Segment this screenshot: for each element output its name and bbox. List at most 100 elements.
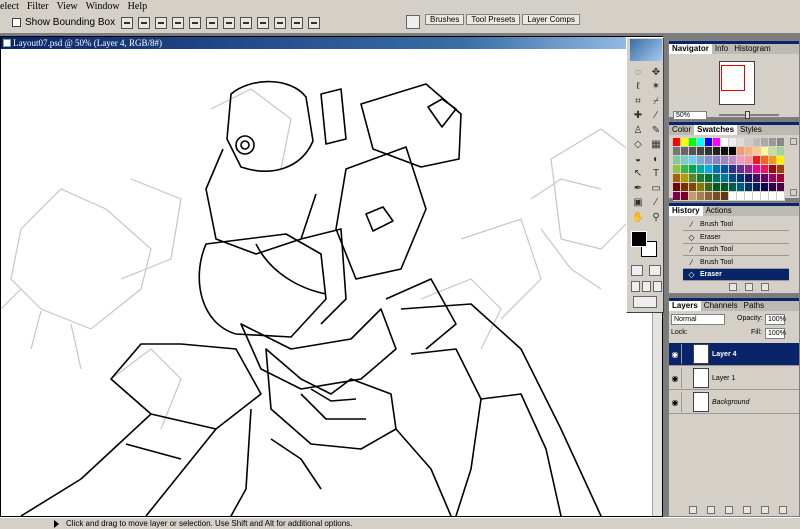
delete-state-icon[interactable] xyxy=(761,283,769,291)
tab-actions[interactable]: Actions xyxy=(703,206,735,216)
align-left-icon[interactable] xyxy=(172,16,185,29)
dodge-icon[interactable]: ◐ xyxy=(648,152,664,167)
color-swatch[interactable] xyxy=(681,174,689,183)
color-swatch[interactable] xyxy=(761,165,769,174)
full-screen-icon[interactable] xyxy=(653,281,662,292)
hand-icon[interactable]: ✋ xyxy=(630,210,646,225)
color-swatch[interactable] xyxy=(769,174,777,183)
tab-brushes[interactable]: Brushes xyxy=(425,14,465,25)
color-swatch[interactable] xyxy=(777,165,785,174)
color-swatch[interactable] xyxy=(777,192,785,201)
opacity-field[interactable]: 100% xyxy=(765,314,786,325)
color-swatch[interactable] xyxy=(689,192,697,201)
color-swatch[interactable] xyxy=(729,156,737,165)
history-state[interactable]: ◇ Eraser xyxy=(683,232,789,244)
quick-mask-icon[interactable] xyxy=(649,265,661,276)
color-swatch[interactable] xyxy=(745,147,753,156)
color-swatch[interactable] xyxy=(769,147,777,156)
swatches-scroll-down[interactable] xyxy=(790,189,797,196)
layer-thumbnail[interactable] xyxy=(693,344,709,364)
color-swatch[interactable] xyxy=(753,174,761,183)
standard-screen-icon[interactable] xyxy=(631,281,640,292)
color-swatch[interactable] xyxy=(673,165,681,174)
delete-layer-icon[interactable] xyxy=(779,506,787,514)
align-bottom-icon[interactable] xyxy=(155,16,168,29)
color-swatch[interactable] xyxy=(761,147,769,156)
navigator-zoom-thumb[interactable] xyxy=(745,111,750,119)
color-swatch[interactable] xyxy=(697,165,705,174)
color-swatch[interactable] xyxy=(721,165,729,174)
zoom-icon[interactable]: ⚲ xyxy=(648,210,664,225)
color-swatch[interactable] xyxy=(737,183,745,192)
align-vcenter-icon[interactable] xyxy=(138,16,151,29)
color-swatch[interactable] xyxy=(713,165,721,174)
layer-visibility-eye-icon[interactable]: ◉ xyxy=(669,350,681,359)
lasso-icon[interactable]: ℓ xyxy=(630,80,646,95)
color-swatch[interactable] xyxy=(769,156,777,165)
tab-history[interactable]: History xyxy=(669,206,703,216)
adobe-feather-icon[interactable] xyxy=(630,39,662,61)
color-swatch[interactable] xyxy=(753,147,761,156)
layer-link-slot[interactable] xyxy=(681,392,693,412)
new-snapshot-icon[interactable] xyxy=(745,283,753,291)
layer-style-icon[interactable] xyxy=(689,506,697,514)
tab-navigator[interactable]: Navigator xyxy=(669,44,712,54)
history-state[interactable]: ∕ Brush Tool xyxy=(683,244,789,256)
menu-view[interactable]: View xyxy=(54,1,83,12)
color-swatch[interactable] xyxy=(761,156,769,165)
distribute-hcenter-icon[interactable] xyxy=(291,16,304,29)
color-swatch[interactable] xyxy=(713,192,721,201)
color-swatch[interactable] xyxy=(673,174,681,183)
menu-select[interactable]: elect xyxy=(0,1,24,12)
color-swatch[interactable] xyxy=(673,183,681,192)
color-swatch[interactable] xyxy=(729,138,737,147)
crop-icon[interactable]: ⌗ xyxy=(630,94,646,109)
color-swatch[interactable] xyxy=(777,156,785,165)
color-swatch[interactable] xyxy=(729,165,737,174)
gradient-icon[interactable]: ▦ xyxy=(648,138,664,153)
color-swatch[interactable] xyxy=(689,138,697,147)
clone-stamp-icon[interactable]: ♙ xyxy=(630,123,646,138)
menu-help[interactable]: Help xyxy=(125,1,152,12)
color-swatch[interactable] xyxy=(689,174,697,183)
color-swatch[interactable] xyxy=(761,183,769,192)
color-swatch[interactable] xyxy=(705,138,713,147)
color-swatch[interactable] xyxy=(745,156,753,165)
color-swatch[interactable] xyxy=(737,156,745,165)
tab-channels[interactable]: Channels xyxy=(701,301,741,311)
distribute-vcenter-icon[interactable] xyxy=(240,16,253,29)
notes-icon[interactable]: ▣ xyxy=(630,196,646,211)
blend-mode-select[interactable]: Normal xyxy=(671,314,725,325)
color-swatch[interactable] xyxy=(697,138,705,147)
distribute-right-icon[interactable] xyxy=(308,16,321,29)
canvas[interactable] xyxy=(1,49,662,516)
color-swatch[interactable] xyxy=(697,156,705,165)
color-swatch[interactable] xyxy=(769,192,777,201)
color-swatch[interactable] xyxy=(777,174,785,183)
color-swatch[interactable] xyxy=(721,183,729,192)
color-swatch[interactable] xyxy=(705,174,713,183)
marquee-icon[interactable]: ◌ xyxy=(630,65,646,80)
history-state[interactable]: ◇ Eraser xyxy=(683,269,789,281)
tab-histogram[interactable]: Histogram xyxy=(731,44,773,54)
color-swatch[interactable] xyxy=(689,183,697,192)
color-swatch[interactable] xyxy=(753,165,761,174)
distribute-left-icon[interactable] xyxy=(274,16,287,29)
color-swatch[interactable] xyxy=(737,147,745,156)
menu-window[interactable]: Window xyxy=(83,1,125,12)
move-icon[interactable]: ✥ xyxy=(648,65,664,80)
tab-paths[interactable]: Paths xyxy=(741,301,767,311)
color-swatch[interactable] xyxy=(729,183,737,192)
color-swatch[interactable] xyxy=(713,147,721,156)
color-swatch[interactable] xyxy=(681,192,689,201)
standard-mode-icon[interactable] xyxy=(631,265,643,276)
color-swatch[interactable] xyxy=(745,165,753,174)
tab-tool-presets[interactable]: Tool Presets xyxy=(466,14,521,25)
color-swatch[interactable] xyxy=(721,156,729,165)
color-swatch[interactable] xyxy=(713,183,721,192)
pen-icon[interactable]: ✒ xyxy=(630,181,646,196)
tab-layers[interactable]: Layers xyxy=(669,301,701,311)
align-right-icon[interactable] xyxy=(206,16,219,29)
color-swatch[interactable] xyxy=(705,165,713,174)
color-swatch[interactable] xyxy=(705,183,713,192)
